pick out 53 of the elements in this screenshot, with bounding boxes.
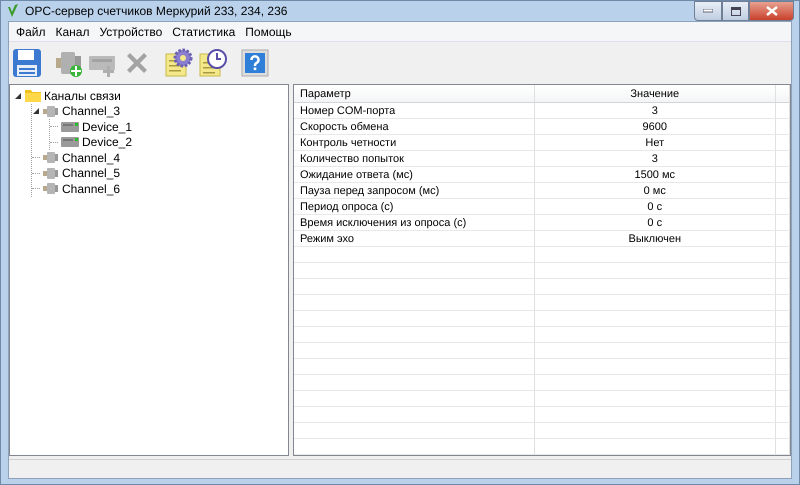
device-icon <box>61 136 79 148</box>
menu-item[interactable]: Устройство <box>94 24 168 38</box>
tree-item[interactable]: Channel_3 <box>62 104 120 118</box>
maximize-icon <box>730 6 740 16</box>
table-cell: 0 с <box>534 198 776 214</box>
collapse-arrow-icon[interactable] <box>15 92 21 99</box>
menu-item[interactable]: Файл <box>11 24 51 38</box>
table-cell: 0 мс <box>534 182 776 198</box>
table-cell: Режим эхо <box>294 230 534 246</box>
plug-icon <box>43 166 59 180</box>
table-cell: Нет <box>534 134 776 150</box>
menu-item[interactable]: Статистика <box>167 24 240 38</box>
tree-item[interactable]: Каналы связи <box>44 88 121 103</box>
table-cell: 1500 мс <box>534 166 776 182</box>
tree-item[interactable]: Channel_6 <box>62 182 120 196</box>
plug-icon <box>43 104 59 118</box>
table-cell: Номер COM-порта <box>294 102 534 118</box>
app-logo-icon <box>7 4 19 18</box>
table-cell: Ожидание ответа (мс) <box>294 166 534 182</box>
plug-icon <box>43 182 59 196</box>
plug-icon <box>43 151 59 164</box>
table-cell: 3 <box>534 102 776 118</box>
tree-item[interactable]: Device_1 <box>82 120 132 134</box>
folder-icon <box>25 89 41 102</box>
minimize-button[interactable] <box>694 1 722 21</box>
window-title: OPC-сервер счетчиков Меркурий 233, 234, 236 <box>25 4 288 18</box>
close-icon <box>766 6 778 16</box>
table-cell: 0 с <box>534 214 776 230</box>
document-gear-icon[interactable] <box>164 48 194 78</box>
table-cell: Количество попыток <box>294 150 534 166</box>
table-cell: Выключен <box>534 230 776 246</box>
column-header[interactable]: Значение <box>534 85 776 102</box>
save-icon[interactable] <box>12 48 42 78</box>
table-cell: Контроль четности <box>294 134 534 150</box>
maximize-button[interactable] <box>722 1 749 21</box>
tree-item[interactable]: Device_2 <box>82 135 132 150</box>
minimize-icon <box>703 9 713 13</box>
table-cell: 3 <box>534 150 776 166</box>
collapse-arrow-icon[interactable] <box>33 108 39 114</box>
tree-item[interactable]: Channel_5 <box>62 166 120 180</box>
menu-item[interactable]: Канал <box>50 24 94 38</box>
help-icon[interactable] <box>240 48 270 78</box>
table-cell: 9600 <box>534 118 776 134</box>
table-cell: Скорость обмена <box>294 118 534 134</box>
tree-item[interactable]: Channel_4 <box>62 150 120 165</box>
column-header[interactable]: Параметр <box>294 85 534 102</box>
table-cell: Период опроса (с) <box>294 198 534 214</box>
close-button[interactable] <box>749 1 794 21</box>
device-icon <box>61 120 79 133</box>
document-clock-icon[interactable] <box>198 48 228 78</box>
menu-item[interactable]: Помощь <box>240 24 297 38</box>
table-cell: Пауза перед запросом (мс) <box>294 182 534 198</box>
table-cell: Время исключения из опроса (с) <box>294 214 534 230</box>
